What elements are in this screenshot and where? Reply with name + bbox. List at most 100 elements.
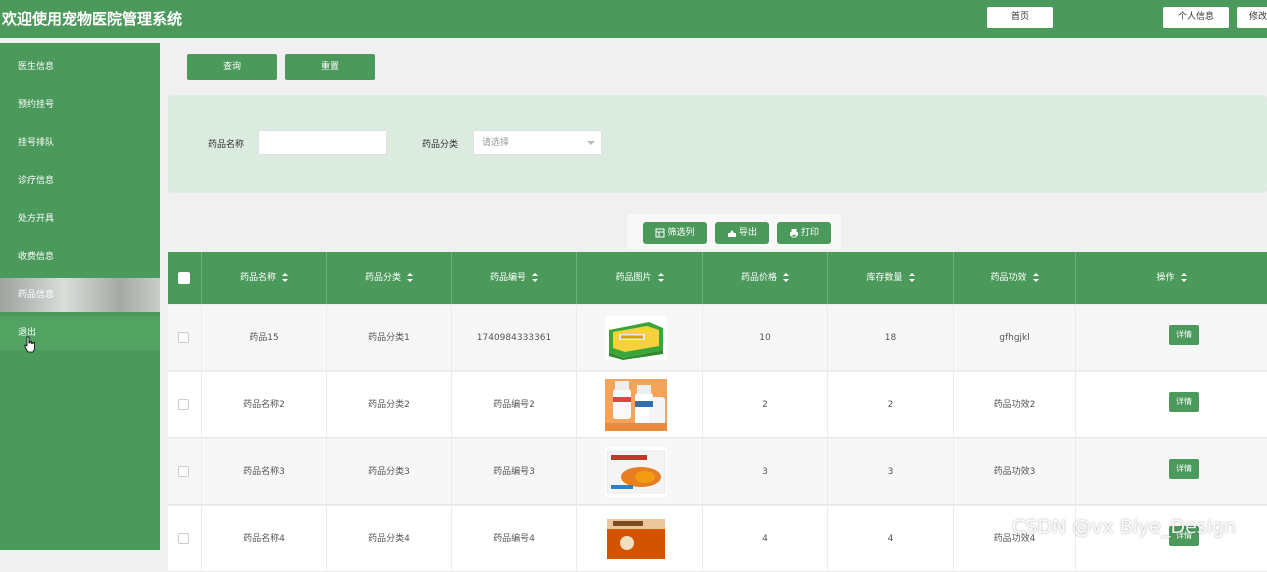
medicine-name-label: 药品名称 [208,140,245,150]
row-checkbox[interactable] [178,466,189,477]
sidebar-item-appointment[interactable]: 预约挂号 [0,88,160,122]
cell-stock: 18 [828,305,954,371]
column-header-price[interactable]: 药品价格 [703,252,828,304]
sort-icon[interactable] [1180,273,1187,282]
filter-icon [655,228,665,237]
action-bar: 筛选列 导出 打印 [627,214,841,249]
column-header-name[interactable]: 药品名称 [202,252,327,304]
cell-actions: 详情 [1076,439,1267,505]
sidebar-item-doctor[interactable]: 医生信息 [0,50,160,84]
sort-icon[interactable] [407,273,413,282]
column-label: 药品图片 [615,273,652,283]
chevron-down-icon [587,141,595,145]
cell-name: 药品名称2 [202,372,327,438]
printer-icon [789,228,798,237]
cell-stock: 3 [828,439,954,505]
row-checkbox[interactable] [178,332,189,343]
sidebar-item-diagnosis[interactable]: 诊疗信息 [0,164,160,198]
filter-columns-label: 筛选列 [667,228,695,238]
sidebar-item-medicine[interactable]: 药品信息 [0,278,160,312]
row-checkbox[interactable] [178,399,189,410]
column-header-actions[interactable]: 操作 [1076,252,1267,304]
column-header-effect[interactable]: 药品功效 [954,252,1076,304]
column-header-code[interactable]: 药品编号 [452,252,577,304]
column-header-image[interactable]: 药品图片 [577,252,703,304]
cell-image [577,506,703,572]
cell-image [577,439,703,505]
sidebar-item-charges[interactable]: 收费信息 [0,240,160,274]
table-row[interactable]: 药品名称2 药品分类2 药品编号2 2 2 药品功效2 详情 [168,372,1267,438]
cell-effect: 药品功效3 [954,439,1076,505]
cell-image [577,372,703,438]
row-select-cell [168,506,202,572]
select-all-checkbox[interactable] [178,272,190,284]
detail-button[interactable]: 详情 [1169,459,1199,479]
medicine-image[interactable] [605,447,667,497]
cell-effect: gfhgjkl [954,305,1076,371]
cell-actions: 详情 [1076,305,1267,371]
export-label: 导出 [738,228,757,238]
cell-actions: 详情 [1076,372,1267,438]
cell-stock: 2 [828,372,954,438]
column-label: 库存数量 [866,273,903,283]
filter-columns-button[interactable]: 筛选列 [643,222,707,244]
reset-button[interactable]: 重置 [285,54,375,80]
medicine-image[interactable] [605,316,667,360]
detail-button[interactable]: 详情 [1169,392,1199,412]
table-row[interactable]: 药品名称3 药品分类3 药品编号3 3 3 药品功效3 详情 [168,439,1267,505]
sort-icon[interactable] [783,273,789,282]
row-select-cell [168,439,202,505]
column-label: 药品名称 [239,273,276,283]
medicine-image[interactable] [605,379,667,431]
cell-name: 药品名称4 [202,506,327,572]
select-all-cell [168,252,202,304]
cell-price: 10 [703,305,828,371]
cell-category: 药品分类4 [327,506,452,572]
cell-name: 药品15 [202,305,327,371]
sort-icon[interactable] [908,273,915,282]
table-row[interactable]: 药品15 药品分类1 1740984333361 10 18 gfhgjkl 详… [168,305,1267,371]
cell-price: 4 [703,506,828,572]
column-label: 药品分类 [364,273,401,283]
sort-icon[interactable] [1032,273,1039,282]
table-header: 药品名称 药品分类 药品编号 药品图片 药品价格 库存数量 药品功效 操作 [168,252,1267,304]
cell-image [577,305,703,371]
cell-code: 药品编号3 [452,439,577,505]
row-select-cell [168,305,202,371]
column-label: 药品编号 [489,273,526,283]
sidebar-item-prescription[interactable]: 处方开具 [0,202,160,236]
column-label: 药品功效 [990,273,1027,283]
category-placeholder: 请选择 [482,138,510,148]
cell-price: 3 [703,439,828,505]
sort-icon[interactable] [532,273,538,282]
csdn-watermark: CSDN @vx Biye_Design [1012,516,1237,538]
column-header-category[interactable]: 药品分类 [327,252,452,304]
medicine-category-label: 药品分类 [422,140,459,150]
row-checkbox[interactable] [178,533,189,544]
app-title: 欢迎使用宠物医院管理系统 [2,10,183,28]
medicine-category-select[interactable]: 请选择 [473,130,602,155]
cell-effect: 药品功效2 [954,372,1076,438]
sort-icon[interactable] [282,273,288,282]
query-button[interactable]: 查询 [187,54,277,80]
sidebar-item-queue[interactable]: 挂号排队 [0,126,160,160]
modify-password-button[interactable]: 修改 [1237,7,1267,28]
cell-code: 药品编号2 [452,372,577,438]
cell-price: 2 [703,372,828,438]
print-button[interactable]: 打印 [777,222,831,244]
cell-code: 药品编号4 [452,506,577,572]
detail-button[interactable]: 详情 [1169,325,1199,345]
medicine-image[interactable] [605,515,667,559]
hand-cursor-icon [24,336,35,353]
home-button[interactable]: 首页 [987,7,1053,28]
column-header-stock[interactable]: 库存数量 [828,252,954,304]
cell-stock: 4 [828,506,954,572]
sort-icon[interactable] [657,273,664,282]
cell-category: 药品分类2 [327,372,452,438]
medicine-name-input[interactable] [258,130,387,155]
cell-category: 药品分类3 [327,439,452,505]
profile-button[interactable]: 个人信息 [1163,7,1229,28]
cell-code: 1740984333361 [452,305,577,371]
cell-category: 药品分类1 [327,305,452,371]
export-button[interactable]: 导出 [715,222,769,244]
